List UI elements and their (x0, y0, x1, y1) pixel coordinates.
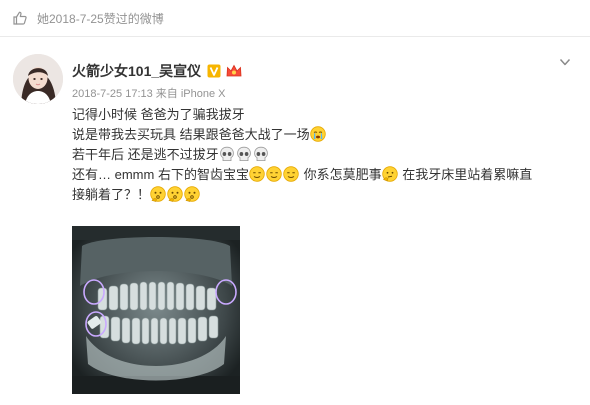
content-text: 你系怎莫肥事 (299, 167, 382, 182)
content-text: 若干年后 还是逃不过拔牙 (72, 147, 219, 162)
avatar-image (13, 54, 63, 104)
vip-crown-icon[interactable] (225, 64, 243, 78)
chevron-down-icon[interactable] (559, 57, 571, 67)
content-text: 说是带我去买玩具 结果跟爸爸大战了一场 (72, 127, 310, 142)
verified-v-icon (207, 64, 221, 78)
thumbs-up-icon (13, 11, 27, 25)
hmm-emoji-icon (150, 186, 166, 202)
author-name[interactable]: 火箭少女101_吴宣仪 (72, 61, 201, 81)
awkward-smile-emoji-icon (283, 166, 299, 182)
hmm-emoji-icon (167, 186, 183, 202)
content-line: 若干年后 还是逃不过拔牙 (72, 145, 572, 165)
content-line: 说是带我去买玩具 结果跟爸爸大战了一场 (72, 125, 572, 145)
awkward-smile-emoji-icon (249, 166, 265, 182)
divider (0, 36, 590, 37)
avatar[interactable] (13, 54, 63, 104)
content-line: 接躺着了？！ (72, 185, 572, 205)
crying-emoji-icon (309, 126, 326, 142)
content-text: 还有… emmm 右下的智齿宝宝 (72, 167, 249, 182)
content-text: 在我牙床里站着累嘛直 (398, 167, 533, 182)
awkward-smile-emoji-icon (266, 166, 282, 182)
hmm-emoji-icon (184, 186, 200, 202)
dental-xray-image[interactable] (72, 226, 240, 394)
content-line: 还有… emmm 右下的智齿宝宝 你系怎莫肥事 在我牙床里站着累嘛直 (72, 165, 572, 185)
content-text: 接躺着了？！ (72, 187, 151, 202)
content-line: 记得小时候 爸爸为了骗我拔牙 (72, 105, 572, 125)
post-content: 记得小时候 爸爸为了骗我拔牙 说是带我去买玩具 结果跟爸爸大战了一场 若干年后 … (72, 105, 572, 205)
thinking-emoji-icon (381, 166, 398, 182)
liked-notice: 她2018-7-25赞过的微博 (37, 11, 164, 26)
post-meta[interactable]: 2018-7-25 17:13 来自 iPhone X (72, 85, 226, 101)
author-row: 火箭少女101_吴宣仪 (72, 62, 243, 80)
skull-emoji-icon (219, 146, 234, 161)
skull-emoji-icon (236, 146, 251, 161)
liked-bar: 她2018-7-25赞过的微博 (0, 0, 590, 36)
skull-emoji-icon (253, 146, 268, 161)
content-text: 记得小时候 爸爸为了骗我拔牙 (72, 107, 245, 122)
